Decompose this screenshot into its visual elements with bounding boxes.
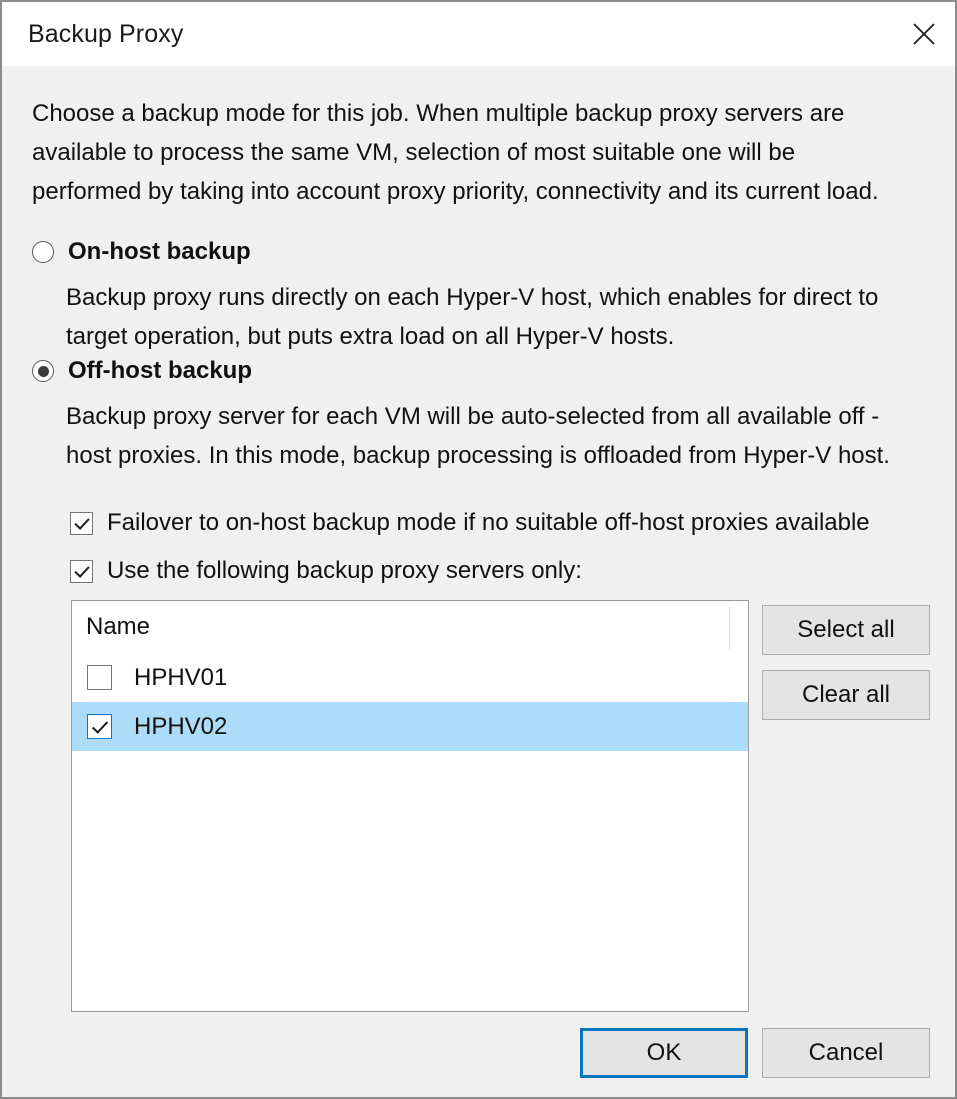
checkbox-icon-checked bbox=[70, 560, 93, 583]
column-separator bbox=[729, 607, 730, 649]
page-title: Backup Proxy bbox=[28, 20, 183, 49]
list-item-label: HPHV02 bbox=[134, 713, 227, 741]
checkbox-label-failover: Failover to on-host backup mode if no su… bbox=[107, 509, 870, 537]
close-icon[interactable] bbox=[893, 2, 955, 66]
checkbox-label-use-following: Use the following backup proxy servers o… bbox=[107, 557, 582, 585]
list-item[interactable]: HPHV01 bbox=[72, 653, 748, 702]
title-bar: Backup Proxy bbox=[2, 2, 955, 66]
radio-label-on-host: On-host backup bbox=[68, 238, 251, 266]
checkbox-icon-checked bbox=[70, 512, 93, 535]
radio-on-host-backup[interactable]: On-host backup bbox=[32, 238, 251, 266]
dialog-body: Choose a backup mode for this job. When … bbox=[2, 66, 955, 1097]
close-icon-glyph bbox=[911, 21, 937, 47]
select-all-button[interactable]: Select all bbox=[762, 605, 930, 655]
list-item-label: HPHV01 bbox=[134, 664, 227, 692]
row-checkbox-unchecked[interactable] bbox=[87, 665, 112, 690]
radio-label-off-host: Off-host backup bbox=[68, 357, 252, 385]
on-host-description: Backup proxy runs directly on each Hyper… bbox=[66, 278, 928, 356]
list-header: Name bbox=[72, 601, 748, 653]
radio-off-host-backup[interactable]: Off-host backup bbox=[32, 357, 252, 385]
cancel-button[interactable]: Cancel bbox=[762, 1028, 930, 1078]
radio-icon-unselected bbox=[32, 241, 54, 263]
column-header-name: Name bbox=[86, 613, 150, 641]
checkbox-failover-to-on-host[interactable]: Failover to on-host backup mode if no su… bbox=[70, 509, 870, 537]
proxy-server-list[interactable]: Name HPHV01 HPHV02 bbox=[71, 600, 749, 1012]
list-item[interactable]: HPHV02 bbox=[72, 702, 748, 751]
radio-icon-selected bbox=[32, 360, 54, 382]
ok-button[interactable]: OK bbox=[580, 1028, 748, 1078]
row-checkbox-checked[interactable] bbox=[87, 714, 112, 739]
clear-all-button[interactable]: Clear all bbox=[762, 670, 930, 720]
intro-text: Choose a backup mode for this job. When … bbox=[32, 94, 904, 211]
off-host-description: Backup proxy server for each VM will be … bbox=[66, 397, 928, 475]
checkbox-use-following-proxies[interactable]: Use the following backup proxy servers o… bbox=[70, 557, 582, 585]
backup-proxy-dialog: Backup Proxy Choose a backup mode for th… bbox=[0, 0, 957, 1099]
